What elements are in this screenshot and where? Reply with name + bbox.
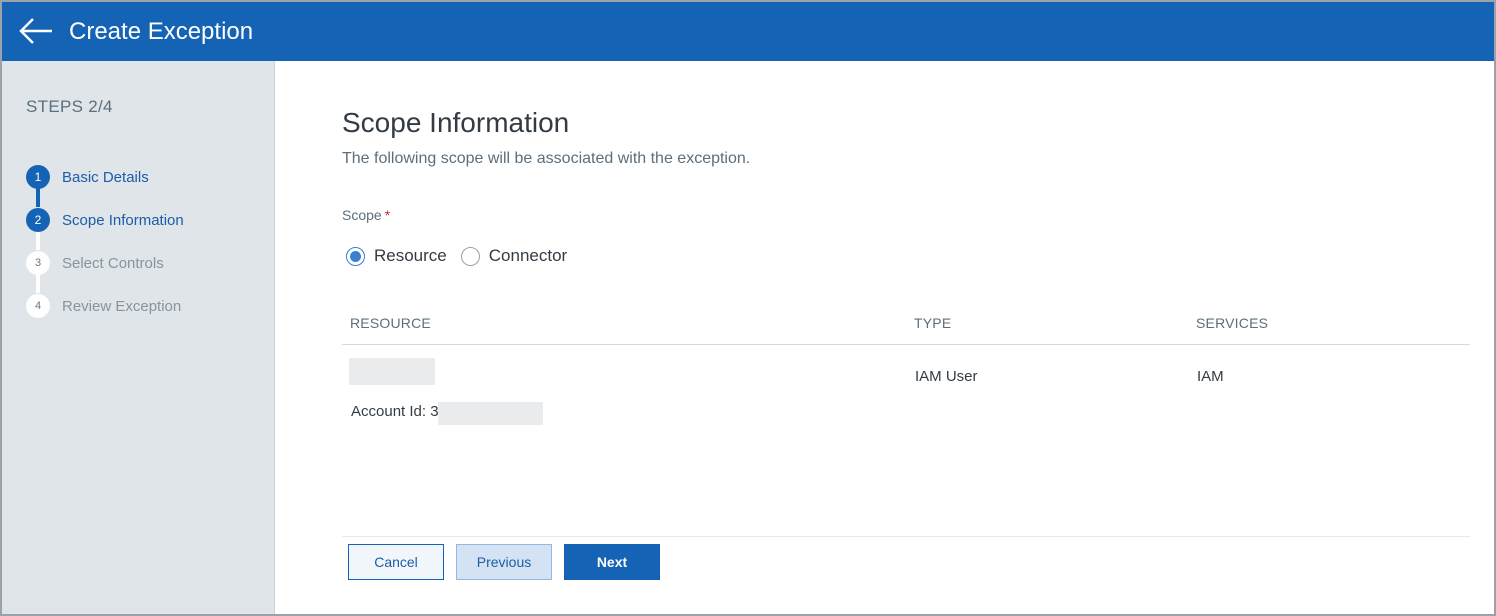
redacted-account-id bbox=[438, 402, 543, 425]
step-label: Select Controls bbox=[62, 254, 164, 272]
section-title: Scope Information bbox=[342, 107, 570, 138]
back-button[interactable] bbox=[18, 16, 54, 46]
step-number-badge: 1 bbox=[26, 165, 50, 189]
column-header-services: SERVICES bbox=[1196, 315, 1269, 331]
step-connector bbox=[36, 273, 40, 293]
step-label: Review Exception bbox=[62, 297, 182, 315]
column-header-resource: RESOURCE bbox=[350, 315, 431, 331]
table-row: Account Id: 3 IAM User IAM bbox=[342, 345, 1470, 445]
scope-table: RESOURCE TYPE SERVICES Account Id: 3 IAM… bbox=[342, 304, 1470, 445]
radio-label: Connector bbox=[488, 246, 568, 265]
section-subtitle: The following scope will be associated w… bbox=[342, 150, 751, 167]
cancel-button[interactable]: Cancel bbox=[348, 544, 444, 580]
footer-divider bbox=[342, 536, 1470, 537]
steps-sidebar: STEPS 2/4 1 Basic Details 2 Scope Inform… bbox=[2, 61, 275, 614]
step-scope-information[interactable]: 2 Scope Information bbox=[26, 208, 184, 232]
header-bar: Create Exception bbox=[2, 2, 1494, 61]
account-id-label: Account Id: 3 bbox=[351, 403, 439, 420]
scope-radio-group: Resource Connector bbox=[346, 246, 581, 266]
main-content: Scope Information The following scope wi… bbox=[276, 61, 1494, 614]
previous-button[interactable]: Previous bbox=[456, 544, 552, 580]
step-number-badge: 2 bbox=[26, 208, 50, 232]
step-number-badge: 3 bbox=[26, 251, 50, 275]
redacted-resource-name bbox=[349, 358, 435, 385]
step-number-badge: 4 bbox=[26, 294, 50, 318]
next-button[interactable]: Next bbox=[564, 544, 660, 580]
step-label: Basic Details bbox=[62, 168, 149, 186]
step-review-exception[interactable]: 4 Review Exception bbox=[26, 294, 181, 318]
scope-field-label: Scope * bbox=[342, 207, 390, 223]
table-header: RESOURCE TYPE SERVICES bbox=[342, 304, 1470, 345]
step-select-controls[interactable]: 3 Select Controls bbox=[26, 251, 164, 275]
step-connector bbox=[36, 187, 40, 207]
arrow-left-icon bbox=[19, 18, 52, 44]
steps-count: STEPS 2/4 bbox=[26, 97, 113, 116]
radio-unchecked-icon[interactable] bbox=[460, 246, 480, 266]
step-basic-details[interactable]: 1 Basic Details bbox=[26, 165, 149, 189]
page-title: Create Exception bbox=[69, 18, 254, 45]
step-label: Scope Information bbox=[62, 211, 184, 229]
column-header-type: TYPE bbox=[914, 315, 952, 331]
radio-checked-icon[interactable] bbox=[346, 246, 365, 266]
scope-label-text: Scope bbox=[342, 207, 382, 223]
radio-label: Resource bbox=[374, 246, 447, 265]
resource-services: IAM bbox=[1197, 368, 1224, 385]
step-connector bbox=[36, 230, 40, 250]
app-window: Create Exception STEPS 2/4 1 Basic Detai… bbox=[0, 0, 1496, 616]
resource-type: IAM User bbox=[915, 368, 978, 385]
required-asterisk: * bbox=[384, 207, 391, 223]
radio-resource[interactable]: Resource bbox=[346, 246, 447, 266]
radio-connector[interactable]: Connector bbox=[460, 246, 568, 266]
